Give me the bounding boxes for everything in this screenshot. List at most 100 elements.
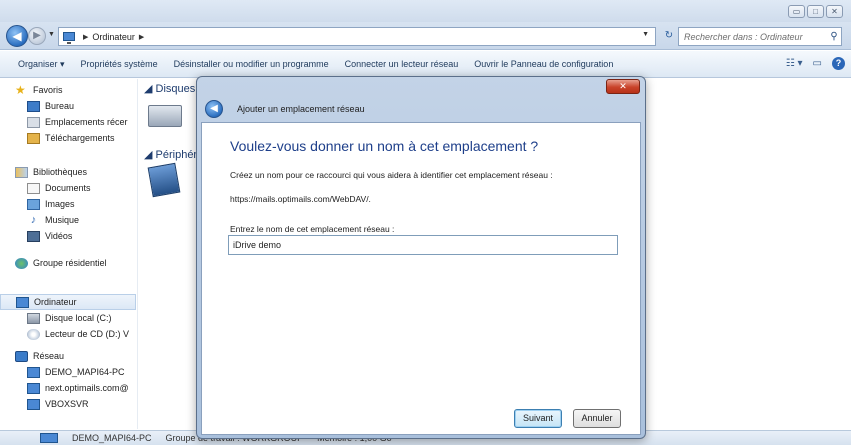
toolbar-right-icons: ☷ ▾ ▭ ? bbox=[786, 57, 845, 70]
sidebar-item-label: Réseau bbox=[33, 351, 65, 361]
dialog-heading: Voulez-vous donner un nom à cet emplacem… bbox=[230, 138, 539, 154]
breadcrumb-separator-icon[interactable]: ▶ bbox=[83, 33, 88, 41]
sidebar-item-local-disk[interactable]: Disque local (C:) bbox=[0, 310, 136, 326]
sidebar-item-label: next.optimails.com@ bbox=[45, 383, 129, 393]
star-icon: ★ bbox=[15, 82, 26, 97]
music-note-icon: ♪ bbox=[30, 213, 37, 226]
group-header-devices[interactable]: ◢ Périphéri bbox=[144, 148, 200, 161]
computer-icon bbox=[63, 32, 75, 44]
back-arrow-icon[interactable]: ◀ bbox=[205, 100, 223, 118]
sidebar-item-images[interactable]: Images bbox=[0, 196, 136, 212]
uninstall-program-button[interactable]: Désinstaller ou modifier un programme bbox=[166, 59, 337, 69]
libraries-group: Bibliothèques Documents Images ♪ Musique… bbox=[0, 164, 136, 244]
sidebar-item-desktop[interactable]: Bureau bbox=[0, 98, 136, 114]
computer-icon bbox=[16, 296, 29, 308]
computer-icon bbox=[40, 433, 58, 443]
map-network-drive-button[interactable]: Connecter un lecteur réseau bbox=[337, 59, 467, 69]
dialog-body: Voulez-vous donner un nom à cet emplacem… bbox=[201, 122, 641, 435]
minimize-button[interactable]: ▭ bbox=[788, 5, 805, 18]
sidebar-item-label: Groupe résidentiel bbox=[33, 258, 107, 268]
sidebar-item-label: Emplacements récer bbox=[45, 117, 128, 127]
sidebar-item-label: VBOXSVR bbox=[45, 399, 89, 409]
sidebar-item-network-optimails[interactable]: next.optimails.com@ bbox=[0, 380, 136, 396]
sidebar-item-label: Favoris bbox=[33, 85, 63, 95]
breadcrumb-computer[interactable]: Ordinateur bbox=[92, 32, 135, 42]
sidebar-item-network-pc[interactable]: DEMO_MAPI64-PC bbox=[0, 364, 136, 380]
organize-menu[interactable]: Organiser ▾ bbox=[0, 59, 73, 70]
cd-drive-icon bbox=[27, 328, 40, 340]
cancel-button[interactable]: Annuler bbox=[573, 409, 621, 428]
preview-pane-icon[interactable]: ▭ bbox=[813, 58, 822, 69]
search-icon[interactable]: ⚲ bbox=[827, 31, 841, 42]
address-field[interactable]: ▶ Ordinateur ▶ ▼ bbox=[58, 27, 656, 46]
network-location-url: https://mails.optimails.com/WebDAV/. bbox=[230, 194, 371, 204]
navigation-pane: ★ Favoris Bureau Emplacements récer Télé… bbox=[0, 79, 136, 429]
computer-icon bbox=[27, 398, 40, 410]
sidebar-item-label: Téléchargements bbox=[45, 133, 115, 143]
window-titlebar: ▭ □ ✕ bbox=[0, 0, 851, 22]
sidebar-item-label: Disque local (C:) bbox=[45, 313, 112, 323]
sidebar-item-network[interactable]: Réseau bbox=[0, 348, 136, 364]
sidebar-item-label: Bureau bbox=[45, 101, 75, 111]
network-icon bbox=[15, 350, 28, 362]
back-arrow-icon[interactable]: ◀ bbox=[6, 25, 28, 47]
hard-disk-icon bbox=[148, 105, 182, 127]
sidebar-item-downloads[interactable]: Téléchargements bbox=[0, 130, 136, 146]
favorites-group: ★ Favoris Bureau Emplacements récer Télé… bbox=[0, 82, 136, 146]
sidebar-item-libraries[interactable]: Bibliothèques bbox=[0, 164, 136, 180]
sidebar-item-documents[interactable]: Documents bbox=[0, 180, 136, 196]
forward-arrow-icon[interactable]: ▶ bbox=[28, 27, 46, 45]
sidebar-item-label: DEMO_MAPI64-PC bbox=[45, 367, 125, 377]
sidebar-item-music[interactable]: ♪ Musique bbox=[0, 212, 136, 228]
dialog-description: Créez un nom pour ce raccourci qui vous … bbox=[230, 170, 553, 180]
close-window-button[interactable]: ✕ bbox=[826, 5, 843, 18]
wizard-title: Ajouter un emplacement réseau bbox=[237, 104, 365, 114]
refresh-icon[interactable]: ↻ bbox=[660, 27, 678, 46]
open-control-panel-button[interactable]: Ouvrir le Panneau de configuration bbox=[466, 59, 621, 69]
breadcrumb-separator-icon[interactable]: ▶ bbox=[139, 33, 144, 41]
local-disk-tile[interactable]: Di 14 bbox=[148, 99, 208, 135]
downloads-folder-icon bbox=[27, 132, 40, 144]
videos-icon bbox=[27, 230, 40, 242]
search-placeholder: Rechercher dans : Ordinateur bbox=[684, 31, 803, 42]
sidebar-item-label: Vidéos bbox=[45, 231, 73, 241]
libraries-icon bbox=[15, 166, 28, 178]
view-options-icon[interactable]: ☷ ▾ bbox=[786, 58, 803, 69]
dialog-header: ◀ Ajouter un emplacement réseau bbox=[201, 95, 641, 123]
virtualbox-cd-icon bbox=[147, 162, 181, 198]
computer-group: Ordinateur Disque local (C:) Lecteur de … bbox=[0, 294, 136, 342]
sidebar-item-homegroup[interactable]: Groupe résidentiel bbox=[0, 255, 136, 271]
sidebar-item-favorites[interactable]: ★ Favoris bbox=[0, 82, 136, 98]
help-icon[interactable]: ? bbox=[832, 57, 845, 70]
homegroup-group: Groupe résidentiel bbox=[0, 255, 136, 271]
next-button[interactable]: Suivant bbox=[514, 409, 562, 428]
dialog-close-button[interactable]: ✕ bbox=[606, 79, 640, 94]
window-controls: ▭ □ ✕ bbox=[788, 5, 843, 18]
command-toolbar: Organiser ▾ Propriétés système Désinstal… bbox=[0, 51, 851, 78]
maximize-button[interactable]: □ bbox=[807, 5, 824, 18]
address-dropdown-icon[interactable]: ▼ bbox=[642, 31, 649, 38]
computer-icon bbox=[27, 366, 40, 378]
sidebar-item-recent-places[interactable]: Emplacements récer bbox=[0, 114, 136, 130]
sidebar-item-label: Ordinateur bbox=[34, 297, 77, 307]
sidebar-item-videos[interactable]: Vidéos bbox=[0, 228, 136, 244]
location-name-input[interactable]: iDrive demo bbox=[228, 235, 618, 255]
cd-drive-tile[interactable]: Le Ac 0 ( bbox=[147, 162, 209, 201]
sidebar-item-label: Images bbox=[45, 199, 75, 209]
system-properties-button[interactable]: Propriétés système bbox=[73, 59, 166, 69]
documents-icon bbox=[27, 182, 40, 194]
recent-pages-chevron-icon[interactable]: ▼ bbox=[48, 31, 55, 38]
network-group: Réseau DEMO_MAPI64-PC next.optimails.com… bbox=[0, 348, 136, 412]
search-input[interactable]: Rechercher dans : Ordinateur ⚲ bbox=[678, 27, 842, 46]
hard-disk-icon bbox=[27, 312, 40, 324]
sidebar-item-cd-drive[interactable]: Lecteur de CD (D:) V bbox=[0, 326, 136, 342]
sidebar-item-label: Lecteur de CD (D:) V bbox=[45, 329, 130, 339]
status-computer-name: DEMO_MAPI64-PC bbox=[72, 433, 152, 443]
images-icon bbox=[27, 198, 40, 210]
sidebar-item-computer[interactable]: Ordinateur bbox=[0, 294, 136, 310]
sidebar-item-network-vboxsvr[interactable]: VBOXSVR bbox=[0, 396, 136, 412]
recent-places-icon bbox=[27, 116, 40, 128]
computer-icon bbox=[27, 382, 40, 394]
desktop-icon bbox=[27, 100, 40, 112]
address-bar-row: ◀ ▶ ▼ ▶ Ordinateur ▶ ▼ ↻ Rechercher dans… bbox=[0, 22, 851, 50]
